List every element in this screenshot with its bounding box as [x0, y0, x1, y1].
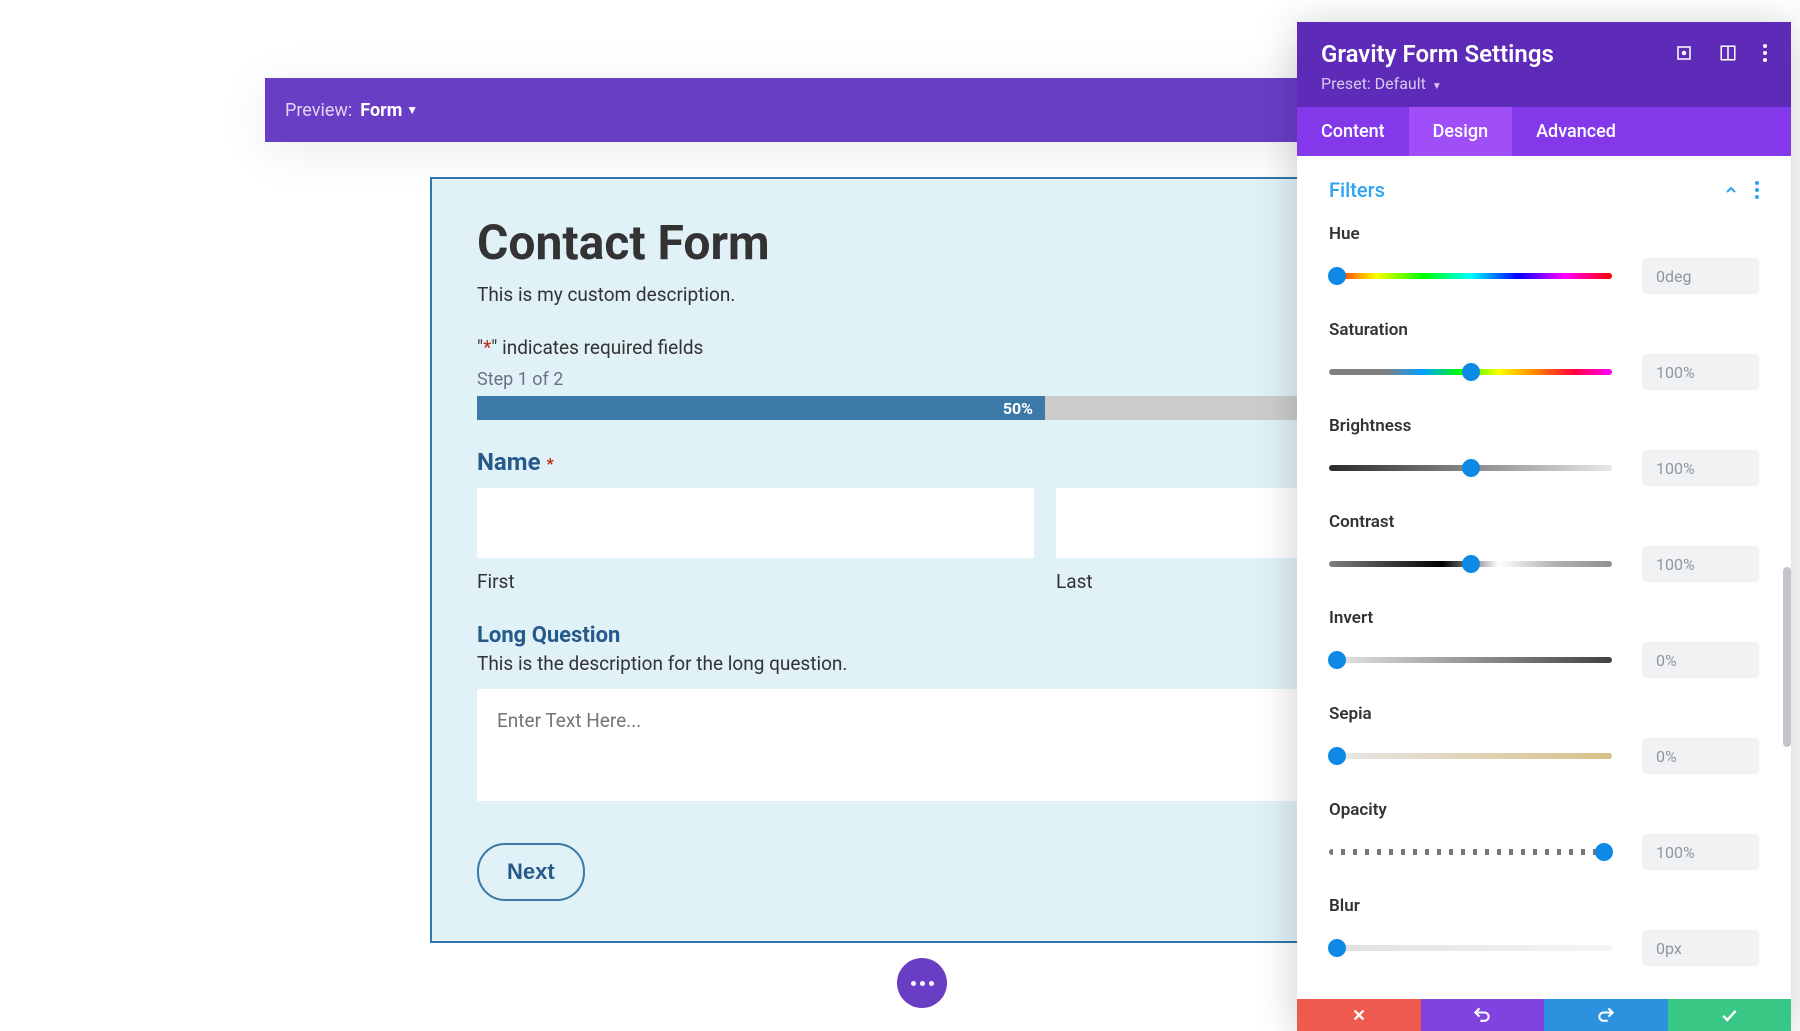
tab-design[interactable]: Design — [1409, 107, 1512, 156]
first-name-label: First — [477, 570, 1034, 593]
preset-dropdown[interactable]: Preset: Default ▼ — [1321, 74, 1767, 93]
filter-brightness: Brightness 100% — [1329, 416, 1759, 486]
sepia-slider[interactable] — [1329, 753, 1612, 759]
first-name-input[interactable] — [477, 488, 1034, 558]
filter-label-contrast: Contrast — [1329, 512, 1759, 532]
slider-thumb[interactable] — [1462, 363, 1480, 381]
section-title: Filters — [1329, 178, 1385, 202]
preview-dropdown[interactable]: Form ▼ — [360, 100, 418, 121]
save-button[interactable] — [1668, 999, 1792, 1031]
sepia-value-input[interactable]: 0% — [1642, 738, 1759, 774]
chevron-down-icon: ▼ — [1432, 81, 1442, 92]
filter-label-sepia: Sepia — [1329, 704, 1759, 724]
check-icon — [1719, 1005, 1739, 1025]
hue-slider[interactable] — [1329, 273, 1612, 279]
filter-label-invert: Invert — [1329, 608, 1759, 628]
settings-panel: Gravity Form Settings Preset: Default ▼ … — [1297, 22, 1791, 1031]
section-more-icon[interactable] — [1755, 181, 1759, 199]
panel-body: Filters Hue 0deg Saturation — [1297, 156, 1791, 999]
contrast-slider[interactable] — [1329, 561, 1612, 567]
panel-tabs: Content Design Advanced — [1297, 107, 1791, 156]
filter-blur: Blur 0px — [1329, 896, 1759, 966]
undo-button[interactable] — [1421, 999, 1545, 1031]
expand-icon[interactable] — [1675, 44, 1693, 62]
filter-hue: Hue 0deg — [1329, 224, 1759, 294]
brightness-value-input[interactable]: 100% — [1642, 450, 1759, 486]
filter-opacity: Opacity 100% — [1329, 800, 1759, 870]
progress-percent: 50% — [1003, 399, 1033, 418]
redo-button[interactable] — [1544, 999, 1668, 1031]
progress-fill: 50% — [477, 396, 1045, 420]
close-button[interactable] — [1297, 999, 1421, 1031]
blur-value-input[interactable]: 0px — [1642, 930, 1759, 966]
redo-icon — [1596, 1005, 1616, 1025]
preview-value: Form — [360, 100, 402, 121]
section-header: Filters — [1329, 178, 1759, 202]
filter-sepia: Sepia 0% — [1329, 704, 1759, 774]
panel-title: Gravity Form Settings — [1321, 40, 1554, 68]
next-button[interactable]: Next — [477, 843, 585, 901]
blur-slider[interactable] — [1329, 945, 1612, 951]
panel-header: Gravity Form Settings Preset: Default ▼ — [1297, 22, 1791, 107]
filter-label-hue: Hue — [1329, 224, 1759, 244]
layout-icon[interactable] — [1719, 44, 1737, 62]
filter-label-saturation: Saturation — [1329, 320, 1759, 340]
filter-contrast: Contrast 100% — [1329, 512, 1759, 582]
tab-content[interactable]: Content — [1297, 107, 1409, 156]
invert-slider[interactable] — [1329, 657, 1612, 663]
saturation-slider[interactable] — [1329, 369, 1612, 375]
slider-thumb[interactable] — [1328, 267, 1346, 285]
chevron-down-icon: ▼ — [406, 103, 418, 117]
undo-icon — [1472, 1005, 1492, 1025]
slider-thumb[interactable] — [1595, 843, 1613, 861]
more-vert-icon[interactable] — [1763, 44, 1767, 62]
panel-footer — [1297, 999, 1791, 1031]
slider-thumb[interactable] — [1328, 747, 1346, 765]
brightness-slider[interactable] — [1329, 465, 1612, 471]
slider-thumb[interactable] — [1328, 651, 1346, 669]
filter-label-blur: Blur — [1329, 896, 1759, 916]
slider-thumb[interactable] — [1462, 555, 1480, 573]
tab-advanced[interactable]: Advanced — [1512, 107, 1640, 156]
slider-thumb[interactable] — [1462, 459, 1480, 477]
filter-label-opacity: Opacity — [1329, 800, 1759, 820]
more-actions-fab[interactable] — [897, 958, 947, 1008]
scrollbar-thumb[interactable] — [1783, 567, 1791, 747]
contrast-value-input[interactable]: 100% — [1642, 546, 1759, 582]
filter-saturation: Saturation 100% — [1329, 320, 1759, 390]
slider-thumb[interactable] — [1328, 939, 1346, 957]
filter-label-brightness: Brightness — [1329, 416, 1759, 436]
filter-invert: Invert 0% — [1329, 608, 1759, 678]
chevron-up-icon[interactable] — [1723, 182, 1739, 198]
saturation-value-input[interactable]: 100% — [1642, 354, 1759, 390]
close-icon — [1350, 1006, 1368, 1024]
opacity-slider[interactable] — [1329, 849, 1612, 855]
hue-value-input[interactable]: 0deg — [1642, 258, 1759, 294]
invert-value-input[interactable]: 0% — [1642, 642, 1759, 678]
preview-label: Preview: — [285, 100, 352, 121]
opacity-value-input[interactable]: 100% — [1642, 834, 1759, 870]
